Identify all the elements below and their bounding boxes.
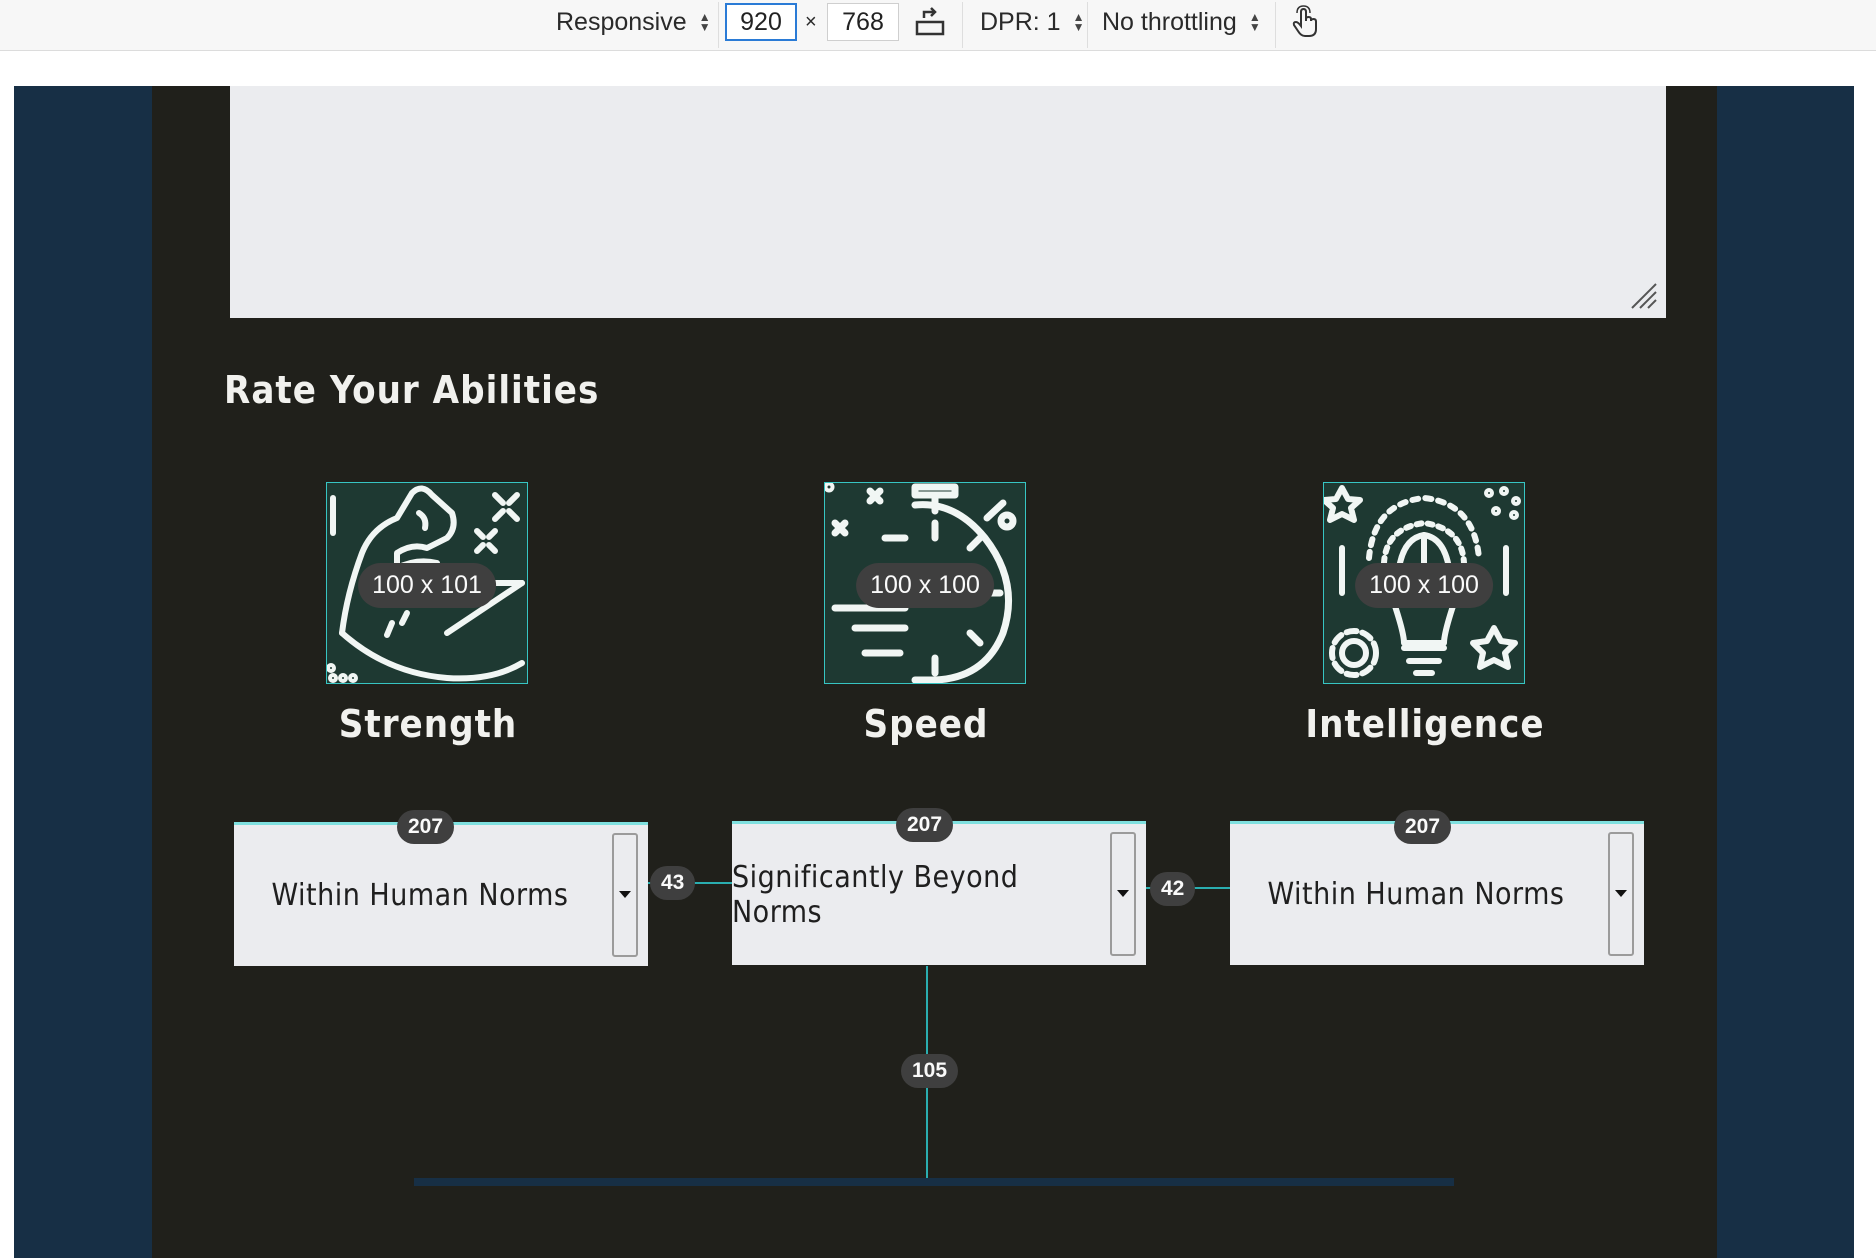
caret-down-icon <box>619 891 631 898</box>
resize-handle-icon[interactable] <box>1628 280 1658 310</box>
width-value: 920 <box>740 7 782 36</box>
touch-button[interactable] <box>1290 0 1320 44</box>
emulated-viewport: Rate Your Abilities 100 x 101 Strength 1… <box>14 86 1854 1258</box>
caret-down-icon <box>1117 890 1129 897</box>
icon-frame: 100 x 101 <box>326 482 528 684</box>
updown-icon: ▲ ▼ <box>1248 10 1261 34</box>
updown-icon: ▲ ▼ <box>698 10 711 34</box>
divider <box>718 2 719 48</box>
dropdown-button[interactable] <box>612 833 638 957</box>
width-measure-badge: 207 <box>896 808 954 842</box>
select-value: Within Human Norms <box>1267 877 1565 912</box>
rotate-icon <box>915 7 945 36</box>
select-value: Significantly Beyond Norms <box>732 859 1019 930</box>
rotate-button[interactable] <box>914 0 946 44</box>
gap-measure-badge: 42 <box>1150 872 1196 906</box>
icon-frame: 100 x 100 <box>1323 482 1525 684</box>
dpr-selector[interactable]: DPR: 1 ▲ ▼ <box>980 0 1085 44</box>
times-text: × <box>805 10 817 33</box>
caret-down-icon <box>1615 890 1627 897</box>
throttling-label: No throttling <box>1102 7 1237 36</box>
ability-label: Strength <box>338 702 518 746</box>
icon-frame: 100 x 100 <box>824 482 1026 684</box>
width-input[interactable]: 920 <box>725 3 797 41</box>
gap-measure-badge: 43 <box>650 866 696 900</box>
dropdown-button[interactable] <box>1110 832 1136 956</box>
width-measure-badge: 207 <box>397 810 455 844</box>
times-sign: × <box>805 0 817 44</box>
throttling-selector[interactable]: No throttling ▲ ▼ <box>1102 0 1261 44</box>
strength-select[interactable]: Within Human Norms <box>234 822 648 966</box>
divider-bar <box>414 1178 1454 1186</box>
divider <box>962 2 963 48</box>
divider <box>1275 2 1276 48</box>
dimension-badge: 100 x 100 <box>1355 563 1493 608</box>
page-container: Rate Your Abilities 100 x 101 Strength 1… <box>152 86 1717 1258</box>
touch-icon <box>1292 5 1317 37</box>
speed-select[interactable]: Significantly Beyond Norms <box>732 821 1146 965</box>
width-measure-badge: 207 <box>1394 810 1452 844</box>
section-title: Rate Your Abilities <box>224 368 600 412</box>
height-value: 768 <box>842 7 884 36</box>
vertical-measure-badge: 105 <box>901 1054 959 1088</box>
devtools-toolbar: Responsive ▲ ▼ 920 × 768 DPR: 1 ▲ ▼ No thr… <box>0 0 1876 51</box>
dpr-label: DPR: 1 <box>980 7 1061 36</box>
device-label: Responsive <box>556 7 687 36</box>
select-value: Within Human Norms <box>271 878 569 913</box>
divider <box>1087 2 1088 48</box>
dimension-badge: 100 x 100 <box>856 563 994 608</box>
text-area[interactable] <box>230 86 1666 318</box>
dimension-badge: 100 x 101 <box>358 563 496 608</box>
ability-label: Intelligence <box>1305 702 1545 746</box>
device-selector[interactable]: Responsive ▲ ▼ <box>556 0 711 44</box>
dropdown-button[interactable] <box>1608 832 1634 956</box>
height-input[interactable]: 768 <box>827 3 899 41</box>
updown-icon: ▲ ▼ <box>1072 10 1085 34</box>
ability-label: Speed <box>863 702 989 746</box>
